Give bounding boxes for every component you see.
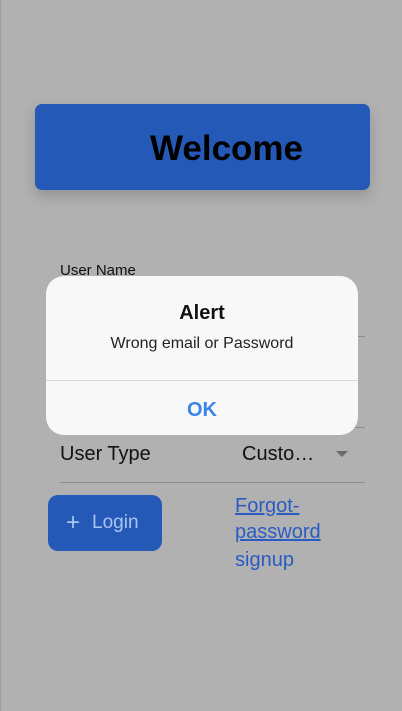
user-type-label: User Type — [60, 443, 151, 465]
plus-icon: + — [66, 509, 81, 536]
signup-link[interactable]: signup — [235, 547, 294, 573]
page-title: Welcome — [150, 129, 304, 168]
dropdown-arrow-icon — [336, 451, 348, 457]
alert-dialog: Alert Wrong email or Password OK — [46, 276, 358, 435]
user-type-select[interactable]: Customer — [242, 443, 352, 469]
login-button[interactable]: + Login — [48, 495, 162, 551]
forgot-password-link[interactable]: Forgot-password — [235, 493, 345, 545]
alert-ok-button[interactable]: OK — [46, 381, 358, 435]
user-type-value: Customer — [242, 443, 324, 465]
alert-title: Alert — [179, 302, 225, 324]
login-button-label: Login — [92, 512, 139, 533]
alert-message: Wrong email or Password — [110, 335, 294, 352]
welcome-banner: Welcome — [35, 104, 370, 190]
app-screen: Welcome User Name User Type Customer + L… — [0, 0, 402, 711]
user-type-underline — [60, 482, 365, 483]
